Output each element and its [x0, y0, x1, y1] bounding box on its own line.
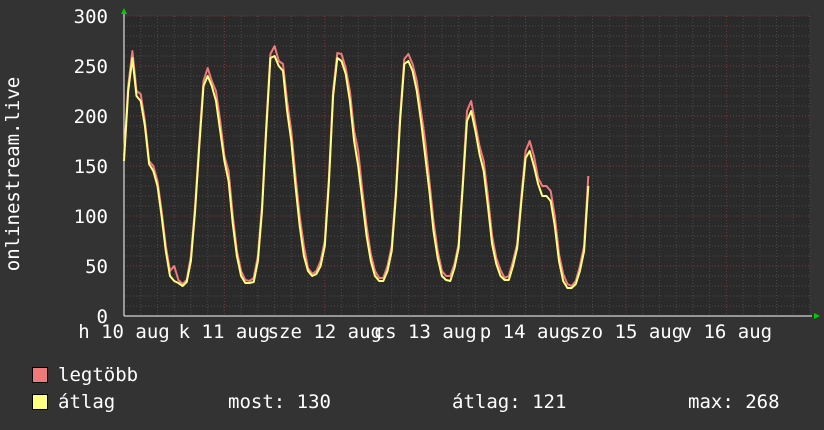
legend-label-avg: átlag: [58, 391, 116, 413]
stat-current: most: 130: [228, 391, 331, 413]
stat-average: átlag: 121: [452, 391, 567, 413]
y-tick-label: 250: [74, 56, 108, 78]
line-chart: 050100150200250300h 10 aug k 11 augsze 12…: [2, 6, 820, 343]
x-tick-label: k 11 aug: [179, 321, 271, 343]
legend-label-max: legtöbb: [58, 364, 139, 386]
x-tick-label: h 10 aug: [78, 321, 170, 343]
y-axis-label: onlinestream.live: [2, 77, 24, 271]
legend-swatch-avg: [32, 394, 48, 410]
legend-swatch-max: [32, 367, 48, 383]
y-tick-label: 300: [74, 6, 108, 28]
y-tick-label: 150: [74, 156, 108, 178]
chart-root: 0 50 100 150 200 250 300 h 10 aug k 11 aug sze 12…: [0, 0, 824, 430]
y-axis-arrow: [121, 8, 127, 14]
x-axis-arrow: [814, 313, 820, 319]
stat-max: max: 268: [688, 391, 780, 413]
x-tick-label: sze 12 aug: [268, 321, 382, 343]
y-tick-label: 200: [74, 106, 108, 128]
x-tick-label: v 16 aug: [681, 321, 773, 343]
y-tick-label: 50: [85, 256, 108, 278]
x-tick-label: cs 13 aug: [374, 321, 477, 343]
y-tick-label: 100: [74, 206, 108, 228]
x-tick-label: szo 15 aug: [569, 321, 683, 343]
x-tick-label: p 14 aug: [480, 321, 572, 343]
